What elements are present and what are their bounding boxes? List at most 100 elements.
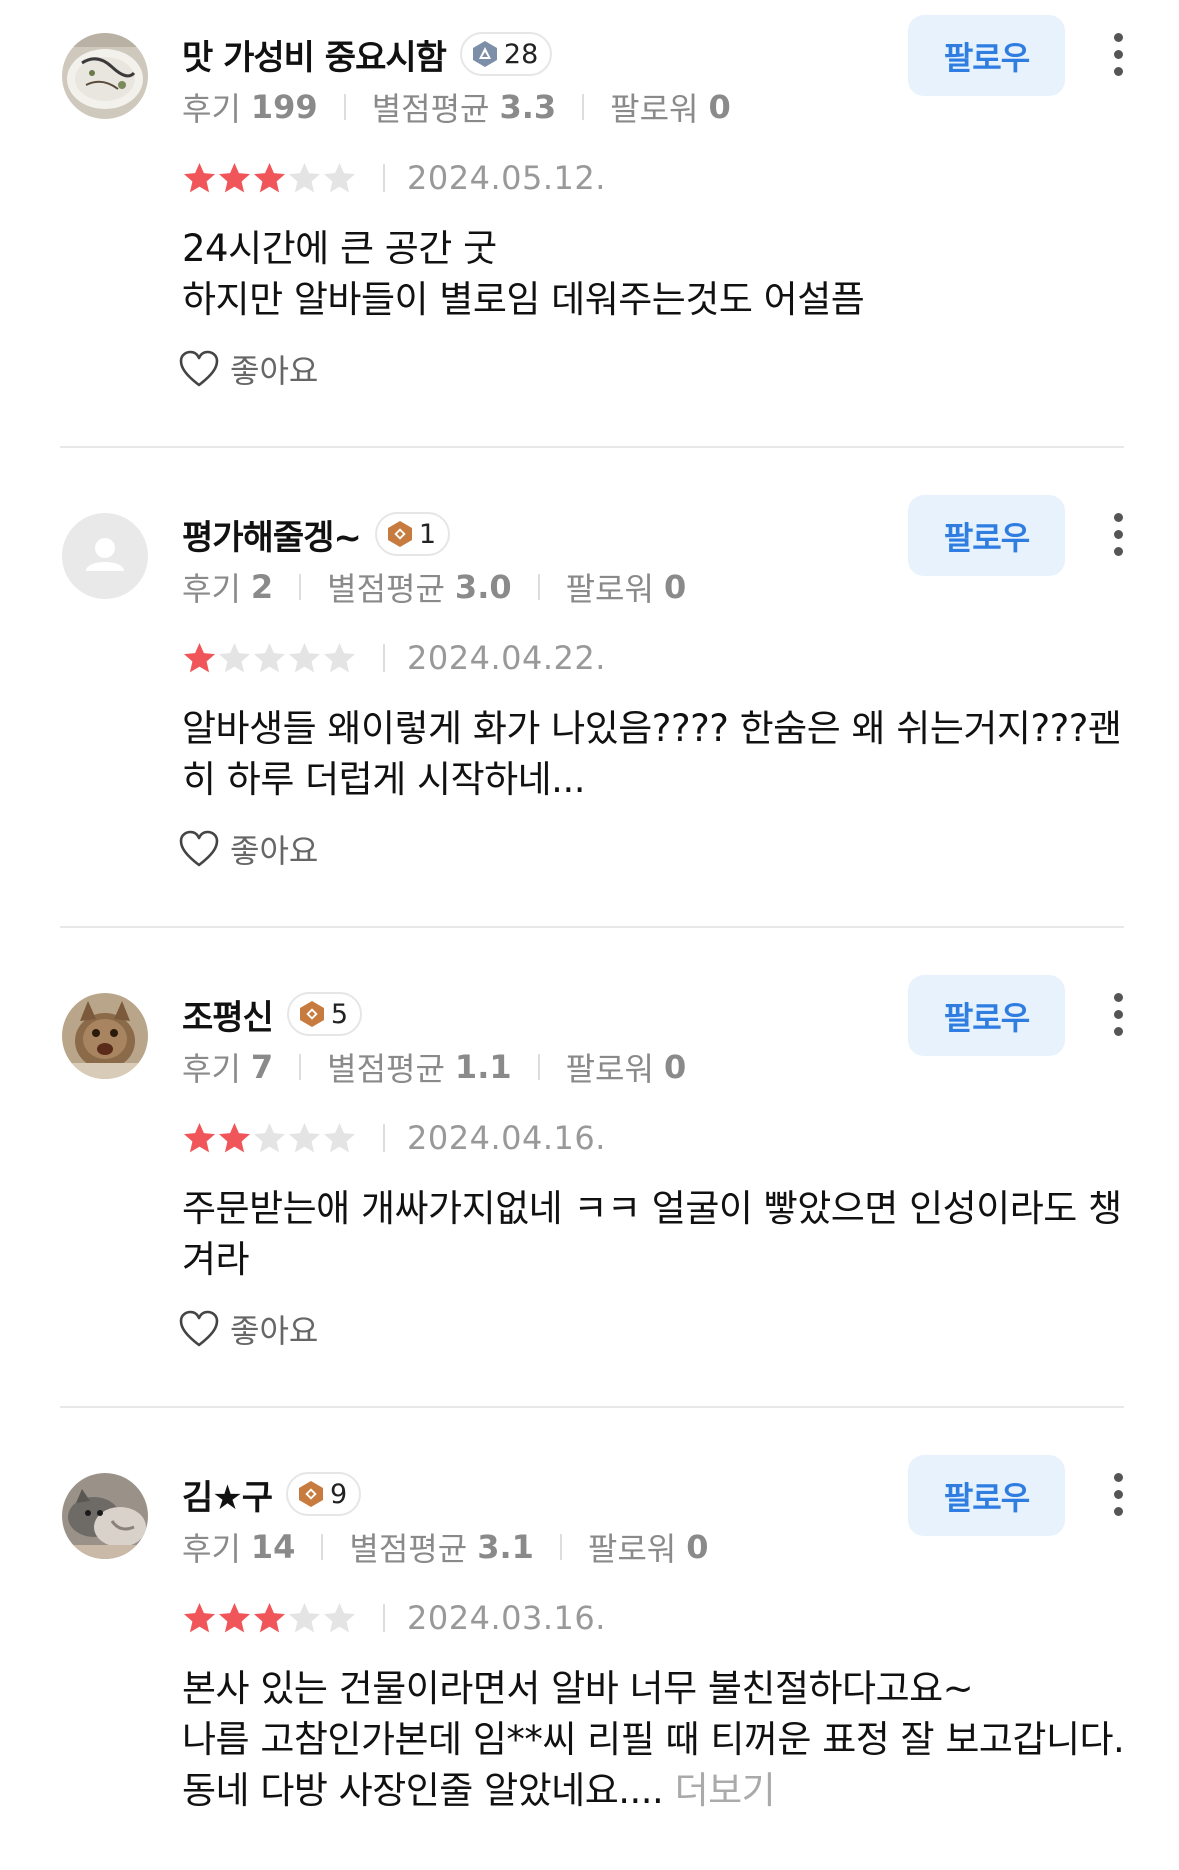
- review-count: 14: [250, 1528, 296, 1566]
- followers-count: 0: [686, 1528, 709, 1566]
- review-count-label: 후기: [182, 570, 241, 608]
- follow-button[interactable]: 팔로우: [908, 975, 1065, 1056]
- nickname[interactable]: 조평신: [182, 990, 274, 1039]
- review-count: 199: [250, 88, 318, 126]
- star-filled-icon: [184, 1123, 215, 1153]
- star-empty-icon: [324, 163, 355, 193]
- more-options-icon[interactable]: [1098, 502, 1138, 566]
- review-count-label: 후기: [182, 1050, 241, 1088]
- star-filled-icon: [254, 1603, 285, 1633]
- rating-row: 2024.05.12.: [182, 154, 606, 202]
- review-divider: [60, 1406, 1124, 1408]
- review-count-label: 후기: [182, 90, 241, 128]
- star-rating: [182, 1598, 357, 1638]
- review-divider: [60, 926, 1124, 928]
- divider: [299, 574, 302, 600]
- name-row: 조평신 5: [182, 988, 363, 1040]
- level-number: 9: [330, 1478, 348, 1510]
- review-text-body: 본사 있는 건물이라면서 알바 너무 불친절하다고요~ 나름 고참인가본데 임*…: [182, 1667, 1125, 1812]
- star-filled-icon: [184, 1603, 215, 1633]
- nickname[interactable]: 김★구: [182, 1470, 273, 1519]
- review-count-label: 후기: [182, 1530, 241, 1568]
- star-rating: [182, 638, 357, 678]
- reviewer-stats: 후기 199 별점평균 3.3 팔로워 0: [182, 84, 731, 130]
- review-text: 알바생들 왜이렇게 화가 나있음???? 한숨은 왜 쉬는거지???괜히 하루 …: [182, 707, 1122, 801]
- like-label: 좋아요: [230, 832, 319, 870]
- avatar[interactable]: [62, 993, 148, 1079]
- food-photo-avatar: [62, 33, 148, 119]
- name-row: 김★구 9: [182, 1468, 362, 1520]
- divider: [559, 1534, 562, 1560]
- review-text: 주문받는애 개싸가지없네 ㅋㅋ 얼굴이 빻았으면 인성이라도 챙겨라: [182, 1187, 1122, 1281]
- more-options-icon[interactable]: [1098, 1462, 1138, 1526]
- review-date: 2024.03.16.: [407, 1599, 606, 1637]
- more-options-icon[interactable]: [1098, 22, 1138, 86]
- avatar[interactable]: [62, 33, 148, 119]
- star-filled-icon: [219, 163, 250, 193]
- avatar[interactable]: [62, 1473, 148, 1559]
- star-rating: [182, 158, 357, 198]
- cat-photo-avatar: [62, 993, 148, 1079]
- star-empty-icon: [324, 1603, 355, 1633]
- name-row: 평가해줄겡~ 1: [182, 508, 451, 560]
- star-empty-icon: [324, 643, 355, 673]
- rating-row: 2024.03.16.: [182, 1594, 606, 1642]
- level-bronze-icon: [299, 1001, 324, 1027]
- star-empty-icon: [289, 643, 320, 673]
- divider: [383, 1604, 385, 1632]
- followers-label: 팔로워: [610, 90, 699, 128]
- star-empty-icon: [254, 643, 285, 673]
- followers-count: 0: [708, 88, 731, 126]
- divider: [537, 574, 540, 600]
- read-more-link[interactable]: 더보기: [675, 1769, 776, 1812]
- heart-icon: [179, 350, 219, 387]
- like-label: 좋아요: [230, 1312, 319, 1350]
- level-silver-icon: [472, 41, 497, 67]
- reviewer-stats: 후기 14 별점평균 3.1 팔로워 0: [182, 1524, 708, 1570]
- followers-label: 팔로워: [565, 1050, 654, 1088]
- star-empty-icon: [219, 643, 250, 673]
- level-number: 28: [503, 38, 539, 70]
- review-date: 2024.04.22.: [407, 639, 606, 677]
- review-date: 2024.04.16.: [407, 1119, 606, 1157]
- avg-rating: 3.3: [499, 88, 557, 126]
- name-row: 맛 가성비 중요시함 28: [182, 28, 553, 80]
- avg-rating-label: 별점평균: [349, 1530, 468, 1568]
- nickname[interactable]: 맛 가성비 중요시함: [182, 30, 447, 79]
- heart-icon: [179, 830, 219, 867]
- follow-button[interactable]: 팔로우: [908, 1455, 1065, 1536]
- follow-button[interactable]: 팔로우: [908, 15, 1065, 96]
- default-user-avatar: [62, 513, 148, 599]
- reviewer-stats: 후기 2 별점평균 3.0 팔로워 0: [182, 564, 686, 610]
- divider: [383, 644, 385, 672]
- like-button[interactable]: 좋아요: [178, 1303, 318, 1355]
- star-empty-icon: [289, 1123, 320, 1153]
- level-badge: 5: [286, 992, 363, 1036]
- divider: [537, 1054, 540, 1080]
- review-count: 7: [250, 1048, 274, 1086]
- review-item: 맛 가성비 중요시함 28 후기 199 별점평균 3.3 팔로워 0 팔로우: [0, 0, 1179, 480]
- star-filled-icon: [184, 643, 215, 673]
- avg-rating: 1.1: [454, 1048, 512, 1086]
- star-empty-icon: [324, 1123, 355, 1153]
- review-item: 평가해줄겡~ 1 후기 2 별점평균 3.0 팔로워 0 팔로우 2024.04…: [0, 480, 1179, 960]
- like-label: 좋아요: [230, 352, 319, 390]
- star-filled-icon: [219, 1603, 250, 1633]
- more-options-icon[interactable]: [1098, 982, 1138, 1046]
- like-button[interactable]: 좋아요: [178, 343, 318, 395]
- like-button[interactable]: 좋아요: [178, 823, 318, 875]
- divider: [383, 1124, 385, 1152]
- avg-rating-label: 별점평균: [327, 570, 445, 608]
- divider: [321, 1534, 324, 1560]
- divider: [299, 1054, 302, 1080]
- follow-button[interactable]: 팔로우: [908, 495, 1065, 576]
- divider: [343, 94, 346, 120]
- level-badge: 1: [374, 512, 451, 556]
- avg-rating: 3.0: [454, 568, 512, 606]
- nickname[interactable]: 평가해줄겡~: [182, 510, 362, 559]
- star-empty-icon: [254, 1123, 285, 1153]
- avg-rating: 3.1: [477, 1528, 534, 1566]
- heart-icon: [179, 1310, 219, 1347]
- level-bronze-icon: [387, 521, 412, 547]
- avatar[interactable]: [62, 513, 148, 599]
